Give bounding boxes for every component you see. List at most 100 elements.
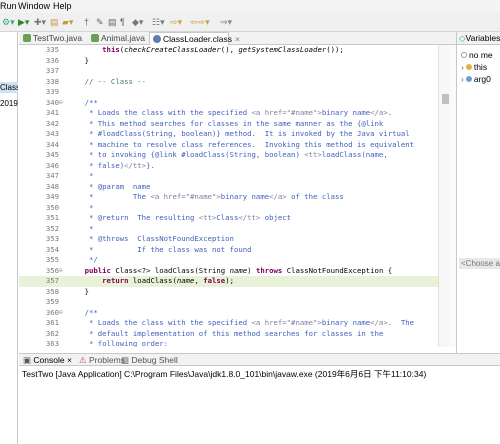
debug-icon[interactable]: ⚙▾ (2, 16, 15, 28)
left-date-text: 2019# (0, 99, 18, 108)
code-token: binary name (321, 108, 371, 117)
edit-icon[interactable]: ✎ (96, 16, 104, 28)
left-panel-lower (0, 353, 18, 444)
code-line[interactable]: 351 * @return The resulting <tt>Class</t… (19, 213, 438, 224)
expand-chevron-icon[interactable]: › (461, 62, 464, 72)
line-number: 359 (45, 297, 59, 306)
line-number: 337 (45, 66, 59, 75)
code-line[interactable]: 363 * following order: (19, 339, 438, 347)
code-line[interactable]: 337 (19, 66, 438, 77)
open-icon[interactable]: ▤ (50, 16, 59, 28)
code-text: } (67, 56, 89, 67)
tab-debug-shell[interactable]: ▧ Debug Shell (121, 355, 178, 366)
code-text: } (67, 287, 89, 298)
menu-help[interactable]: Help (53, 1, 72, 11)
detail-formatter-select[interactable]: <Choose a (459, 258, 500, 269)
code-token: of the class (286, 192, 344, 201)
tab-testtwo[interactable]: TestTwo.java (23, 32, 83, 45)
code-text: /** (67, 308, 98, 319)
line-number: 341 (45, 108, 59, 117)
fold-icon[interactable]: ⊖ (59, 308, 67, 319)
toggle-icon[interactable]: ▤ (108, 16, 117, 28)
code-line[interactable]: 362 * default implementation of this met… (19, 329, 438, 340)
code-line[interactable]: 347 * (19, 171, 438, 182)
scrollbar-thumb[interactable] (442, 94, 449, 104)
code-line[interactable]: 360 ⊖ /** (19, 308, 438, 319)
code-line[interactable]: 349 * The <a href="#name">binary name</a… (19, 192, 438, 203)
tab-console[interactable]: ▣ Console × (23, 355, 72, 366)
code-line[interactable]: 335 this(checkCreateClassLoader(), getSy… (19, 45, 438, 56)
editor-vertical-scrollbar[interactable] (438, 45, 450, 347)
console-output[interactable]: TestTwo [Java Application] C:\Program Fi… (19, 366, 500, 444)
tab-animal[interactable]: Animal.java (91, 32, 147, 45)
variables-tab[interactable]: ◇Variables (457, 32, 500, 45)
tab-classloader[interactable]: ClassLoader.class × (149, 32, 240, 45)
code-line[interactable]: 355 */ (19, 255, 438, 266)
expand-chevron-icon[interactable]: › (461, 74, 464, 84)
code-line[interactable]: 352 * (19, 224, 438, 235)
paragraph-icon[interactable]: ¶ (120, 16, 125, 28)
code-line-current[interactable]: 357 return loadClass(name, false); (19, 276, 438, 287)
pin-icon[interactable]: † (84, 16, 89, 28)
code-line[interactable]: 340 ⊖ /** (19, 98, 438, 109)
annotation-icon[interactable]: ◆▾ (132, 16, 143, 28)
line-number: 346 (45, 160, 59, 170)
code-line[interactable]: 341 * Loads the class with the specified… (19, 108, 438, 119)
code-line[interactable]: 348 * @param name (19, 182, 438, 193)
code-line[interactable]: 338 // -- Class -- (19, 77, 438, 88)
code-line[interactable]: 342 * This method searches for classes i… (19, 119, 438, 130)
line-number: 353 (45, 234, 59, 243)
code-token: name (229, 265, 248, 275)
variable-item[interactable]: › arg0 (461, 74, 491, 84)
code-line[interactable]: 336 } (19, 56, 438, 67)
code-line[interactable]: 361 * Loads the class with the specified… (19, 318, 438, 329)
new-icon[interactable]: ✚▾ (34, 16, 46, 28)
code-line[interactable]: 353 * @throws ClassNotFoundException (19, 234, 438, 245)
fold-icon[interactable]: ⊖ (59, 98, 67, 109)
code-line[interactable]: 339 (19, 87, 438, 98)
code-line[interactable]: 343 * #loadClass(String, boolean)} metho… (19, 129, 438, 140)
code-text: * (67, 171, 93, 182)
menu-window[interactable]: Window (18, 1, 50, 11)
nav-back-icon[interactable]: ⇨▾ (170, 16, 182, 28)
code-token: * to invoking {@link #loadClass(String, … (67, 150, 305, 159)
left-selected-item[interactable]: Class( (0, 82, 18, 93)
code-line[interactable]: 344 * machine to resolve class reference… (19, 140, 438, 151)
code-token: * Loads the class with the specified (67, 318, 252, 327)
tab-label: Debug Shell (131, 355, 178, 365)
code-token: * (67, 202, 94, 212)
code-line[interactable]: 345 * to invoking {@link #loadClass(Stri… (19, 150, 438, 161)
code-line[interactable]: 354 * If the class was not found (19, 245, 438, 256)
code-line[interactable]: 359 (19, 297, 438, 308)
fold-icon[interactable]: ⊖ (59, 266, 67, 277)
code-token: , (194, 276, 204, 285)
menu-run[interactable]: Run (0, 1, 17, 11)
code-token: name (176, 276, 195, 285)
code-token: this (102, 45, 120, 54)
code-line[interactable]: 358 } (19, 287, 438, 298)
code-token: * @throws ClassNotFoundException (67, 234, 234, 243)
code-token: throws (255, 265, 283, 275)
folder-icon[interactable]: ▰▾ (62, 16, 73, 28)
nav-icon[interactable]: ☷▾ (152, 16, 165, 28)
line-number: 352 (45, 223, 59, 233)
tab-problems[interactable]: ⚠ Problems (79, 355, 125, 366)
line-number: 360 (45, 307, 59, 317)
variable-item[interactable]: › this (461, 62, 487, 72)
nav-forward-icon[interactable]: ⇦⇨▾ (190, 16, 210, 28)
run-icon[interactable]: ▶▾ (18, 16, 29, 28)
code-line[interactable]: 346 * false)</tt>}. (19, 161, 438, 172)
code-line[interactable]: 356 ⊖ public Class<?> loadClass(String na… (19, 266, 438, 277)
close-icon[interactable]: × (67, 355, 72, 365)
line-number: 358 (45, 286, 59, 296)
line-number: 348 (45, 181, 59, 191)
code-token: return (102, 276, 129, 285)
tab-label: TestTwo.java (33, 33, 83, 43)
code-editor[interactable]: 335 this(checkCreateClassLoader(), getSy… (19, 45, 438, 347)
code-text: * to invoking {@link #loadClass(String, … (67, 150, 388, 161)
close-icon[interactable]: × (235, 34, 240, 44)
more-icon[interactable]: ⇒▾ (220, 16, 232, 28)
code-text: public Class<?> loadClass(String name) t… (67, 265, 393, 277)
code-line[interactable]: 350 * (19, 203, 438, 214)
variable-item[interactable]: no me (461, 50, 493, 60)
